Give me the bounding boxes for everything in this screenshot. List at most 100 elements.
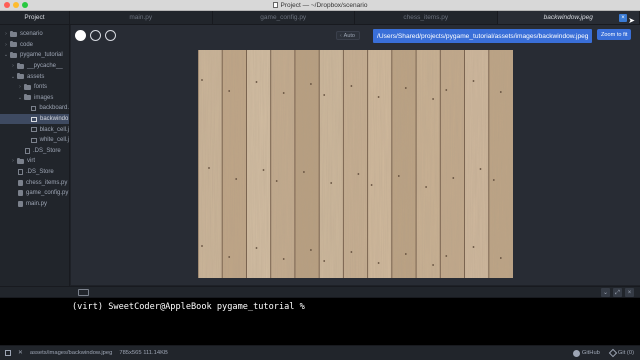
tree-item[interactable]: game_config.py (0, 188, 69, 199)
image-view: ‹ Auto /Users/Shared/projects/pygame_tut… (71, 25, 640, 285)
tab-bar: Project main.py game_config.py chess_ite… (0, 11, 640, 25)
minimize-window-button[interactable] (13, 2, 19, 8)
chevron-icon[interactable]: ⌄ (17, 95, 23, 101)
status-bar: ✕ assets/images/backwindow.jpeg 785x565 … (0, 345, 640, 360)
tree-item-label: fonts (34, 84, 48, 91)
terminal-collapse-icon[interactable]: ⌄ (601, 288, 610, 297)
folder-icon (17, 157, 24, 164)
folder-icon (24, 83, 31, 90)
tree-item[interactable]: ⌄ pygame_tutorial (0, 50, 69, 61)
github-label: GitHub (581, 350, 600, 356)
file-icon (18, 200, 23, 207)
window-titlebar: Project — ~/Dropbox/scenario (0, 0, 640, 11)
tree-item-label: assets (27, 73, 45, 80)
auto-zoom-button[interactable]: ‹ Auto (336, 31, 360, 40)
tree-item[interactable]: white_cell.j (0, 135, 69, 146)
folder-icon (24, 94, 31, 101)
tree-item[interactable]: › fonts (0, 82, 69, 93)
keyboard-icon[interactable] (78, 289, 89, 296)
tree-item-label: images (34, 94, 54, 101)
tree-item[interactable]: main.py (0, 199, 69, 210)
git-icon (608, 348, 618, 358)
folder-icon (10, 51, 17, 58)
tree-item-label: backboard. (39, 105, 69, 112)
panel-toggle-icon[interactable] (5, 350, 11, 356)
traffic-lights (4, 2, 28, 8)
file-icon (25, 147, 30, 154)
folder-icon (10, 30, 17, 37)
image-file-icon (30, 127, 37, 133)
window-title-text: Project — ~/Dropbox/scenario (280, 1, 368, 9)
terminal-prompt: (virt) SweetCoder@AppleBook pygame_tutor… (72, 302, 310, 312)
git-button[interactable]: Git (0) (608, 348, 634, 358)
tree-item-label: scenario (20, 31, 43, 38)
tree-item-label: .DS_Store (26, 169, 54, 176)
tab-backwindow-jpeg[interactable]: backwindow.jpeg × ➤ (497, 11, 640, 25)
terminal-controls: ⌄ ⤢ × (601, 288, 634, 297)
close-x-icon[interactable]: ✕ (18, 350, 23, 356)
tree-item[interactable]: chess_items.py (0, 177, 69, 188)
folder-icon (10, 41, 17, 48)
tree-item-label: black_cell.j (39, 126, 69, 133)
mouse-cursor-icon: ➤ (628, 16, 635, 25)
tab-close-icon[interactable]: × (619, 14, 627, 22)
tree-item-label: backwindo (40, 116, 69, 123)
chevron-icon[interactable]: ⌄ (3, 52, 9, 58)
tree-item-label: .DS_Store (33, 147, 61, 154)
tree-item[interactable]: black_cell.j (0, 124, 69, 135)
tree-item-label: game_config.py (26, 190, 69, 197)
window-title: Project — ~/Dropbox/scenario (272, 1, 368, 9)
tree-item[interactable]: backwindo (0, 113, 69, 125)
chevron-icon[interactable]: › (10, 63, 16, 69)
tab-backwindow-label: backwindow.jpeg (543, 14, 593, 21)
tab-chess-items-py[interactable]: chess_items.py (355, 11, 498, 24)
tree-item-label: pygame_tutorial (20, 52, 63, 59)
file-icon (18, 179, 23, 186)
chevron-icon[interactable]: ⌄ (10, 74, 16, 80)
file-icon (18, 190, 23, 197)
tree-item[interactable]: ⌄ assets (0, 71, 69, 82)
tree-item[interactable]: › scenario (0, 29, 69, 40)
maximize-window-button[interactable] (22, 2, 28, 8)
folder-icon (17, 62, 24, 69)
terminal-maximize-icon[interactable]: ⤢ (613, 288, 622, 297)
chevron-icon[interactable]: › (10, 158, 16, 164)
terminal-panel[interactable]: (virt) SweetCoder@AppleBook pygame_tutor… (0, 298, 640, 345)
auto-label: Auto (343, 32, 355, 39)
file-path-tooltip: /Users/Shared/projects/pygame_tutorial/a… (373, 29, 593, 43)
tree-item[interactable]: .DS_Store (0, 146, 69, 157)
git-label: Git (0) (617, 350, 634, 356)
tree-item[interactable]: backboard. (0, 103, 69, 114)
tree-item-label: chess_items.py (26, 179, 68, 186)
tree-item[interactable]: › __pycache__ (0, 61, 69, 72)
tree-item-label: __pycache__ (27, 63, 63, 70)
tab-game-config-py[interactable]: game_config.py (213, 11, 355, 24)
chevron-icon[interactable]: › (3, 31, 9, 37)
background-toggle-group (75, 30, 116, 41)
chevron-icon[interactable]: › (3, 42, 9, 48)
close-window-button[interactable] (4, 2, 10, 8)
terminal-toolbar: ⌄ ⤢ × (0, 286, 640, 298)
tree-item-label: code (20, 41, 34, 48)
github-icon (572, 349, 580, 357)
terminal-close-icon[interactable]: × (625, 288, 634, 297)
status-image-info: 785x565 111.14KB (119, 350, 168, 356)
tab-main-py[interactable]: main.py (70, 11, 213, 24)
white-background-button[interactable] (75, 30, 86, 41)
chevron-left-icon: ‹ (340, 32, 342, 39)
wood-planks-image (198, 50, 513, 278)
tab-project[interactable]: Project (0, 11, 70, 24)
image-preview (198, 50, 513, 278)
black-background-button[interactable] (90, 30, 101, 41)
transparent-background-button[interactable] (105, 30, 116, 41)
tree-item[interactable]: .DS_Store (0, 167, 69, 178)
zoom-to-fit-button[interactable]: Zoom to fit (597, 29, 632, 40)
tree-item[interactable]: ⌄ images (0, 93, 69, 104)
tree-item[interactable]: › virt (0, 156, 69, 167)
tree-item[interactable]: › code (0, 40, 69, 51)
chevron-icon[interactable]: › (17, 84, 23, 90)
status-file-path[interactable]: assets/images/backwindow.jpeg (30, 350, 113, 356)
file-icon (18, 169, 23, 176)
github-button[interactable]: GitHub (572, 349, 600, 357)
image-file-icon (30, 137, 37, 143)
